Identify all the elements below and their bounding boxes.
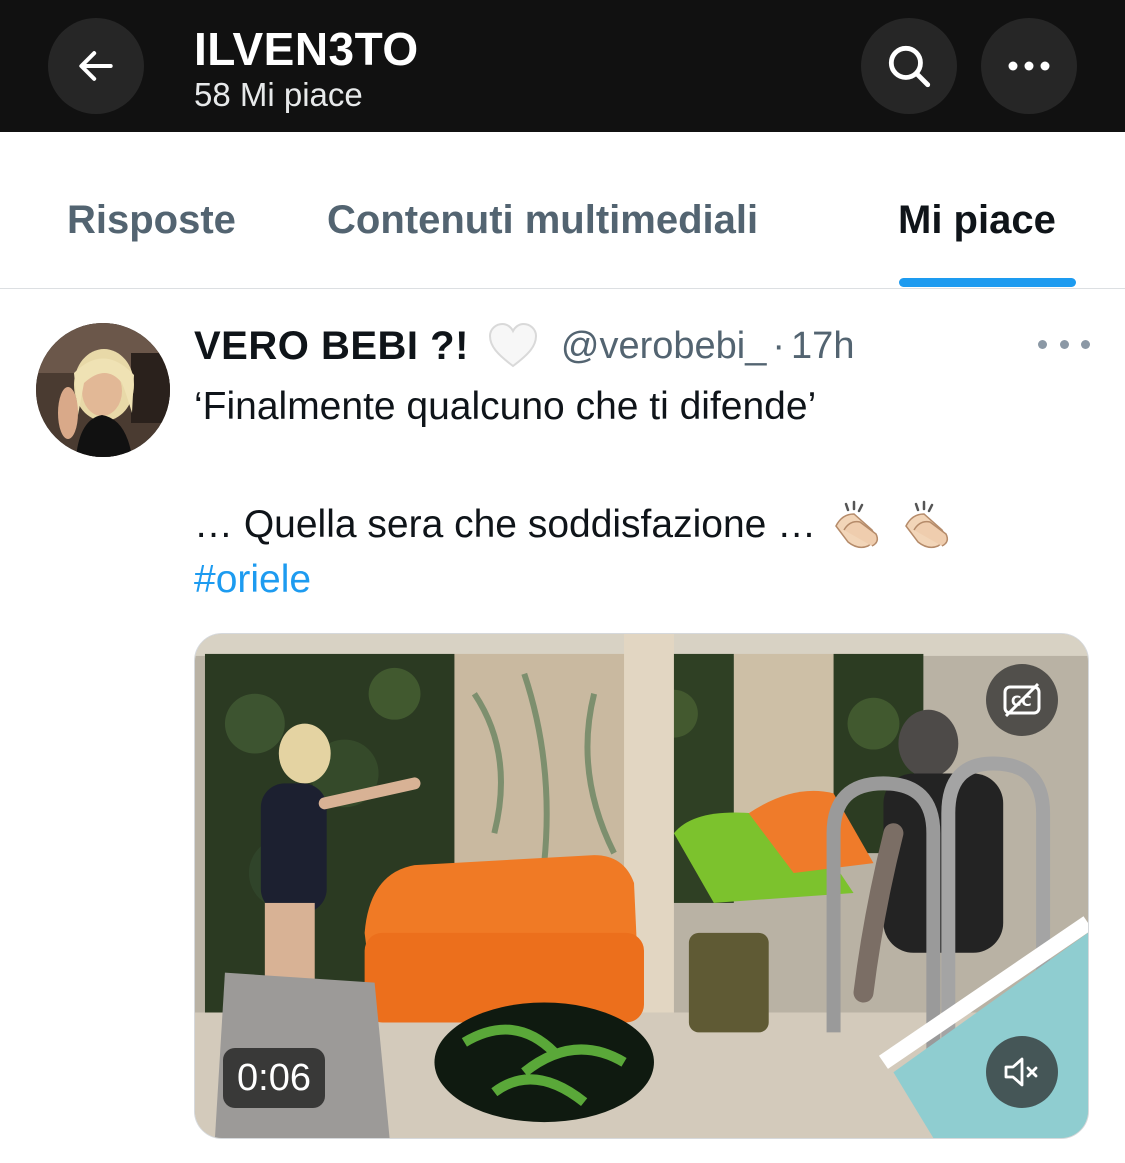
search-button[interactable] [861, 18, 957, 114]
tab-contenuti-multimediali[interactable]: Contenuti multimediali [327, 198, 758, 243]
more-button[interactable] [981, 18, 1077, 114]
selected-tab-indicator [899, 278, 1076, 287]
video-frame [195, 634, 1088, 1138]
video-player[interactable]: CC 0:06 [194, 633, 1089, 1139]
mute-button[interactable] [986, 1036, 1058, 1108]
tab-mi-piace[interactable]: Mi piace [898, 198, 1056, 243]
captions-button[interactable]: CC [986, 664, 1058, 736]
captions-off-icon: CC [1003, 682, 1041, 718]
separator-dot: · [772, 324, 786, 367]
clapping-hands-icon [835, 500, 879, 549]
volume-muted-icon [1004, 1057, 1038, 1087]
tweet-time[interactable]: 17h [791, 325, 854, 368]
arrow-left-icon [79, 51, 113, 81]
tweet-text-line-2-row: … Quella sera che soddisfazione … [194, 500, 956, 550]
tweet-text-line-2: … Quella sera che soddisfazione … [194, 503, 817, 546]
tweet-text-line-1: ‘Finalmente qualcuno che ti difende’ [194, 385, 817, 428]
tab-risposte[interactable]: Risposte [67, 198, 236, 243]
tweet-author-row: VERO BEBI ?! @verobebi_ · 17h [194, 318, 854, 374]
hashtag-link[interactable]: #oriele [194, 558, 311, 602]
back-button[interactable] [48, 18, 144, 114]
more-horizontal-icon [1008, 61, 1050, 71]
avatar[interactable] [36, 323, 170, 457]
author-handle[interactable]: @verobebi_ [561, 325, 766, 368]
video-duration: 0:06 [223, 1048, 325, 1108]
profile-tabs: Risposte Contenuti multimediali Mi piace [0, 132, 1125, 289]
tweet-more-icon[interactable] [1038, 330, 1090, 358]
likes-count: 58 Mi piace [194, 76, 363, 113]
top-bar: ILVEN3TO 58 Mi piace [0, 0, 1125, 132]
author-name[interactable]: VERO BEBI ?! [194, 324, 469, 369]
white-heart-icon [488, 322, 537, 368]
clapping-hands-icon [905, 500, 949, 549]
profile-title: ILVEN3TO [194, 23, 419, 75]
search-icon [888, 45, 931, 88]
